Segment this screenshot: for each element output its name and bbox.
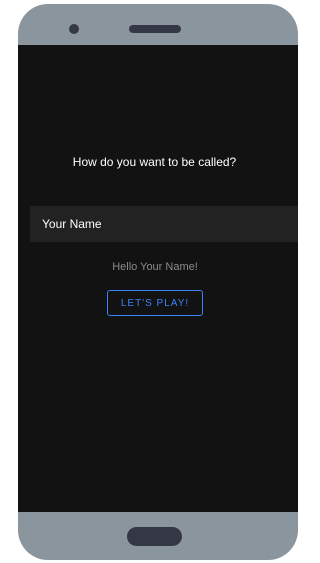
phone-frame: How do you want to be called? Hello Your… bbox=[18, 4, 298, 560]
app-screen: How do you want to be called? Hello Your… bbox=[18, 45, 298, 512]
name-input[interactable] bbox=[30, 206, 298, 242]
home-button[interactable] bbox=[127, 527, 182, 546]
name-prompt: How do you want to be called? bbox=[72, 155, 237, 169]
front-camera bbox=[69, 24, 79, 34]
greeting-text: Hello Your Name! bbox=[112, 261, 198, 273]
lets-play-button[interactable]: LET'S PLAY! bbox=[107, 290, 203, 316]
speaker-grille bbox=[129, 25, 181, 33]
